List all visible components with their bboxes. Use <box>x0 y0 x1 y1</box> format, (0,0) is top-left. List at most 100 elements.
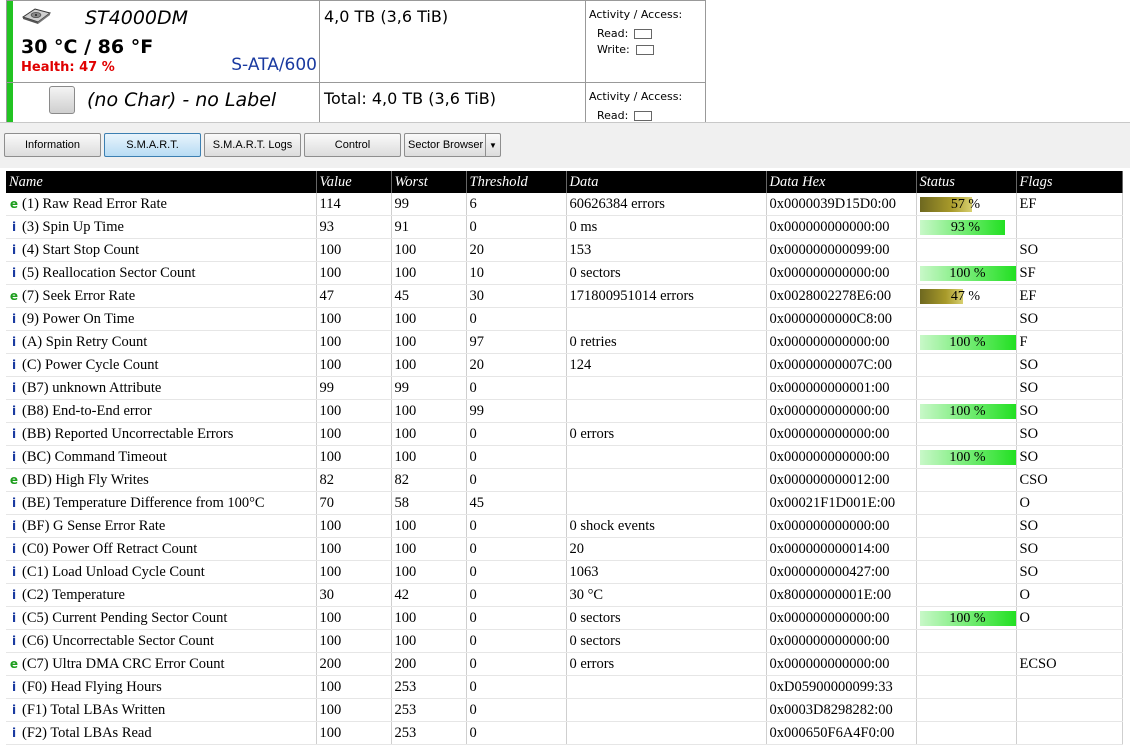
threshold-cell: 0 <box>466 606 567 630</box>
info-type-icon: i <box>11 380 17 395</box>
table-row[interactable]: i (F1) Total LBAs Written 100 253 0 0x0003D82… <box>6 698 1123 722</box>
data-hex-cell: 0x000000000000:00 <box>766 629 917 653</box>
value-cell: 100 <box>316 560 392 584</box>
info-type-icon: i <box>11 518 17 533</box>
column-header-worst[interactable]: Worst <box>391 171 467 193</box>
table-row[interactable]: i (C5) Current Pending Sector Count 100 100… <box>6 606 1123 630</box>
attribute-name-cell: i (F2) Total LBAs Read <box>6 721 317 745</box>
tab-smart[interactable]: S.M.A.R.T. <box>104 133 201 157</box>
data-hex-cell: 0x000000000000:00 <box>766 514 917 538</box>
data-hex-cell: 0x80000000001E:00 <box>766 583 917 607</box>
value-cell: 100 <box>316 353 392 377</box>
attribute-name-cell: i (C0) Power Off Retract Count <box>6 537 317 561</box>
table-row[interactable]: i (C6) Uncorrectable Sector Count 100 100 0 0… <box>6 629 1123 653</box>
attribute-name: (1) Raw Read Error Rate <box>22 195 167 212</box>
table-row[interactable]: e (BD) High Fly Writes 82 82 0 0x000000000012… <box>6 468 1123 492</box>
table-row[interactable]: e (1) Raw Read Error Rate 114 99 6 60626384 e… <box>6 193 1123 216</box>
error-rate-type-icon: e <box>9 656 19 671</box>
table-row[interactable]: i (B8) End-to-End error 100 100 99 0x00000000… <box>6 399 1123 423</box>
column-header-status[interactable]: Status <box>916 171 1017 193</box>
info-type-icon: i <box>11 449 17 464</box>
table-row[interactable]: i (F0) Head Flying Hours 100 253 0 0xD0590000… <box>6 675 1123 699</box>
attribute-name: (C7) Ultra DMA CRC Error Count <box>22 655 225 672</box>
attribute-name: (F1) Total LBAs Written <box>22 701 166 718</box>
table-row[interactable]: i (F2) Total LBAs Read 100 253 0 0x000650F6A4… <box>6 721 1123 745</box>
value-cell: 30 <box>316 583 392 607</box>
table-row[interactable]: i (BC) Command Timeout 100 100 0 0x0000000000… <box>6 445 1123 469</box>
table-row[interactable]: i (5) Reallocation Sector Count 100 100 10 0 … <box>6 261 1123 285</box>
status-cell <box>916 353 1017 377</box>
partition-read-activity: Read: <box>597 109 653 122</box>
attribute-name: (A) Spin Retry Count <box>22 333 148 350</box>
worst-cell: 100 <box>391 560 467 584</box>
column-header-threshold[interactable]: Threshold <box>466 171 567 193</box>
tab-control[interactable]: Control <box>304 133 401 157</box>
column-header-data-hex[interactable]: Data Hex <box>766 171 917 193</box>
table-row[interactable]: i (BF) G Sense Error Rate 100 100 0 0 shock e… <box>6 514 1123 538</box>
table-row[interactable]: i (B7) unknown Attribute 99 99 0 0x0000000000… <box>6 376 1123 400</box>
info-type-icon: i <box>11 679 17 694</box>
data-cell <box>566 307 767 331</box>
attribute-name-cell: i (BF) G Sense Error Rate <box>6 514 317 538</box>
attribute-name: (BF) G Sense Error Rate <box>22 517 166 534</box>
table-row[interactable]: i (9) Power On Time 100 100 0 0x0000000000C8:… <box>6 307 1123 331</box>
flags-cell <box>1016 629 1123 653</box>
drive-panel[interactable]: ST4000DM 30 °C / 86 °F Health: 47 % S-AT… <box>6 0 706 83</box>
partition-panel[interactable]: (no Char) - no Label Total: 4,0 TB (3,6 … <box>6 82 706 122</box>
table-header: Name Value Worst Threshold Data Data Hex… <box>6 171 1123 193</box>
status-cell <box>916 675 1017 699</box>
worst-cell: 100 <box>391 238 467 262</box>
data-cell: 0 sectors <box>566 261 767 285</box>
flags-cell: SO <box>1016 514 1123 538</box>
status-cell <box>916 560 1017 584</box>
threshold-cell: 0 <box>466 445 567 469</box>
attribute-name-cell: i (C6) Uncorrectable Sector Count <box>6 629 317 653</box>
status-bar: 100 % <box>919 449 1015 465</box>
data-hex-cell: 0x000000000099:00 <box>766 238 917 262</box>
table-row[interactable]: e (7) Seek Error Rate 47 45 30 171800951014 e… <box>6 284 1123 308</box>
attribute-name: (C0) Power Off Retract Count <box>22 540 198 557</box>
partition-icon <box>49 86 75 114</box>
attribute-name-cell: i (C1) Load Unload Cycle Count <box>6 560 317 584</box>
tab-information[interactable]: Information <box>4 133 101 157</box>
data-cell: 171800951014 errors <box>566 284 767 308</box>
worst-cell: 58 <box>391 491 467 515</box>
column-header-value[interactable]: Value <box>316 171 392 193</box>
drive-capacity-cell: 4,0 TB (3,6 TiB) <box>319 1 586 82</box>
data-hex-cell: 0x000000000427:00 <box>766 560 917 584</box>
table-row[interactable]: i (C2) Temperature 30 42 0 30 °C 0x80000000001… <box>6 583 1123 607</box>
table-row[interactable]: i (A) Spin Retry Count 100 100 97 0 retries 0x… <box>6 330 1123 354</box>
column-header-name[interactable]: Name <box>6 171 317 193</box>
attribute-name: (5) Reallocation Sector Count <box>22 264 196 281</box>
threshold-cell: 0 <box>466 215 567 239</box>
status-cell <box>916 629 1017 653</box>
data-cell: 0 sectors <box>566 606 767 630</box>
tab-smart-logs[interactable]: S.M.A.R.T. Logs <box>204 133 301 157</box>
data-hex-cell: 0x00021F1D001E:00 <box>766 491 917 515</box>
table-row[interactable]: i (C1) Load Unload Cycle Count 100 100 0 1063… <box>6 560 1123 584</box>
attribute-name: (BE) Temperature Difference from 100°C <box>22 494 265 511</box>
table-row[interactable]: e (C7) Ultra DMA CRC Error Count 200 200 0 0 … <box>6 652 1123 676</box>
column-header-flags[interactable]: Flags <box>1016 171 1123 193</box>
activity-title: Activity / Access: <box>589 8 683 21</box>
flags-cell: SO <box>1016 238 1123 262</box>
attribute-name-cell: e (BD) High Fly Writes <box>6 468 317 492</box>
data-cell: 124 <box>566 353 767 377</box>
table-row[interactable]: i (4) Start Stop Count 100 100 20 153 0x000000… <box>6 238 1123 262</box>
drive-temperature: 30 °C / 86 °F <box>21 36 154 58</box>
column-header-data[interactable]: Data <box>566 171 767 193</box>
data-hex-cell: 0x000000000000:00 <box>766 215 917 239</box>
attribute-name: (F0) Head Flying Hours <box>22 678 162 695</box>
table-row[interactable]: i (BB) Reported Uncorrectable Errors 100 10… <box>6 422 1123 446</box>
data-cell <box>566 399 767 423</box>
threshold-cell: 0 <box>466 468 567 492</box>
table-row[interactable]: i (3) Spin Up Time 93 91 0 0 ms 0x000000000000… <box>6 215 1123 239</box>
table-row[interactable]: i (C) Power Cycle Count 100 100 20 124 0x00000… <box>6 353 1123 377</box>
chevron-down-icon[interactable]: ▼ <box>485 134 500 156</box>
info-type-icon: i <box>11 334 17 349</box>
table-row[interactable]: i (C0) Power Off Retract Count 100 100 0 20 0x… <box>6 537 1123 561</box>
info-type-icon: i <box>11 403 17 418</box>
table-row[interactable]: i (BE) Temperature Difference from 100°C 7… <box>6 491 1123 515</box>
tab-sector-browser[interactable]: Sector Browser ▼ <box>404 133 501 157</box>
attribute-name: (7) Seek Error Rate <box>22 287 136 304</box>
